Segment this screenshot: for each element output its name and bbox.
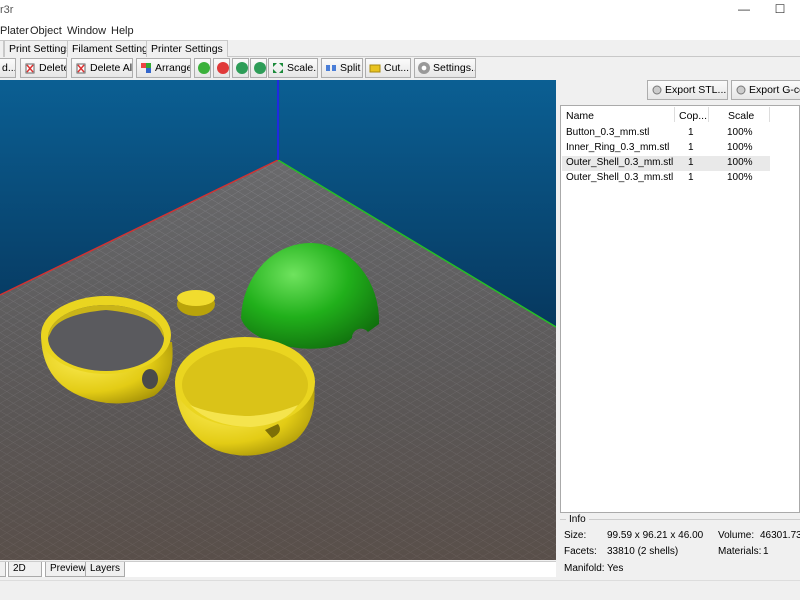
- materials-label: Materials:: [718, 546, 762, 557]
- cut-button[interactable]: Cut...: [365, 58, 411, 78]
- object-scale: 100%: [727, 127, 753, 138]
- object-scale: 100%: [727, 172, 753, 183]
- object-name: Button_0.3_mm.stl: [566, 127, 650, 138]
- title-bar: r3r — ☐: [0, 0, 800, 22]
- object-list[interactable]: Name Cop... Scale Button_0.3_mm.stl 1 10…: [560, 105, 800, 513]
- tab-preview[interactable]: Preview: [45, 562, 91, 577]
- arrange-button[interactable]: Arrange: [136, 58, 191, 78]
- add-button[interactable]: d...: [0, 58, 16, 78]
- add-button-label: d...: [2, 62, 16, 74]
- delete-button-label: Delete: [39, 62, 67, 74]
- export-stl-icon: [651, 84, 663, 96]
- object-copies: 1: [688, 127, 694, 138]
- tab-3d[interactable]: [0, 562, 6, 577]
- cut-button-label: Cut...: [384, 62, 410, 74]
- decrease-copies-button[interactable]: [213, 58, 230, 78]
- delete-button[interactable]: Delete: [20, 58, 67, 78]
- column-header-scale[interactable]: Scale: [728, 110, 754, 122]
- minimize-button[interactable]: —: [730, 2, 758, 20]
- object-name: Inner_Ring_0.3_mm.stl: [566, 142, 670, 153]
- split-button[interactable]: Split: [321, 58, 363, 78]
- facets-label: Facets:: [564, 546, 597, 557]
- settings-button-label: Settings...: [433, 62, 476, 74]
- size-label: Size:: [564, 530, 587, 541]
- tab-layers[interactable]: Layers: [85, 562, 126, 577]
- manifold-value: Yes: [607, 563, 624, 574]
- maximize-button[interactable]: ☐: [766, 2, 794, 20]
- object-scale: 100%: [727, 142, 753, 153]
- plater-toolbar: d... Delete Delete All Arrange Scale... …: [0, 57, 800, 79]
- plus-icon: [198, 62, 210, 74]
- tab-print-settings[interactable]: Print Settings: [4, 40, 77, 57]
- header-separator: [708, 107, 709, 122]
- increase-copies-button[interactable]: [194, 58, 211, 78]
- object-copies: 1: [688, 172, 694, 183]
- gear-icon: [418, 62, 430, 74]
- menu-bar: Plater Object Window Help: [0, 22, 800, 40]
- 3d-viewport[interactable]: [0, 80, 556, 560]
- manifold-label: Manifold:: [564, 563, 605, 574]
- object-name: Outer_Shell_0.3_mm.stl: [566, 172, 674, 183]
- rotate-left-button[interactable]: [232, 58, 249, 78]
- export-stl-label: Export STL...: [665, 84, 727, 96]
- delete-all-button[interactable]: Delete All: [71, 58, 133, 78]
- tab-2d[interactable]: 2D: [8, 562, 42, 577]
- status-bar: [0, 580, 800, 600]
- tab-printer-settings[interactable]: Printer Settings: [146, 40, 228, 57]
- export-stl-button[interactable]: Export STL...: [647, 80, 728, 100]
- export-gcode-icon: [735, 84, 747, 96]
- arrange-icon: [140, 62, 152, 74]
- object-scale: 100%: [727, 157, 753, 168]
- window-title: r3r: [0, 4, 14, 16]
- settings-button[interactable]: Settings...: [414, 58, 476, 78]
- materials-value: 1: [763, 546, 769, 557]
- scale-button-label: Scale...: [287, 62, 317, 74]
- column-header-copies[interactable]: Cop...: [679, 110, 707, 122]
- minus-icon: [217, 62, 229, 74]
- settings-tabs: Print Settings Filament Settings Printer…: [0, 40, 800, 57]
- column-header-name[interactable]: Name: [566, 110, 594, 122]
- menu-window[interactable]: Window: [67, 25, 106, 37]
- object-copies: 1: [688, 142, 694, 153]
- arrange-button-label: Arrange: [155, 62, 191, 74]
- right-panel: Export STL... Export G-code Name Cop... …: [557, 80, 800, 580]
- menu-help[interactable]: Help: [111, 25, 134, 37]
- object-row[interactable]: Outer_Shell_0.3_mm.stl 1 100%: [562, 171, 770, 186]
- object-row[interactable]: Button_0.3_mm.stl 1 100%: [562, 126, 770, 141]
- scale-button[interactable]: Scale...: [268, 58, 318, 78]
- 3d-scene: [0, 80, 556, 560]
- object-row-selected[interactable]: Outer_Shell_0.3_mm.stl 1 100%: [562, 156, 770, 171]
- size-value: 99.59 x 96.21 x 46.00: [607, 530, 704, 541]
- split-icon: [325, 62, 337, 74]
- menu-object[interactable]: Object: [30, 25, 62, 37]
- cut-icon: [369, 62, 381, 74]
- export-gcode-label: Export G-code: [749, 84, 800, 96]
- view-tabs: 2D Preview Layers: [0, 561, 556, 577]
- object-copies: 1: [688, 157, 694, 168]
- delete-all-button-label: Delete All: [90, 62, 133, 74]
- menu-plater[interactable]: Plater: [0, 25, 29, 37]
- outer-ring-hole-side: [142, 369, 158, 389]
- button-object[interactable]: [177, 290, 215, 316]
- scale-icon: [272, 62, 284, 74]
- object-name: Outer_Shell_0.3_mm.stl: [566, 157, 674, 168]
- volume-label: Volume:: [718, 530, 755, 541]
- rotate-left-icon: [236, 62, 248, 74]
- delete-icon: [24, 62, 36, 74]
- split-button-label: Split: [340, 62, 361, 74]
- header-separator: [674, 107, 675, 122]
- info-legend: Info: [566, 514, 589, 525]
- volume-value: 46301.73: [760, 530, 800, 541]
- rotate-right-icon: [254, 62, 266, 74]
- tab-filament-settings[interactable]: Filament Settings: [67, 40, 159, 57]
- rotate-right-button[interactable]: [250, 58, 267, 78]
- export-gcode-button[interactable]: Export G-code: [731, 80, 800, 100]
- button-top: [177, 290, 215, 306]
- object-row[interactable]: Inner_Ring_0.3_mm.stl 1 100%: [562, 141, 770, 156]
- delete-all-icon: [75, 62, 87, 74]
- info-panel: Info Size: 99.59 x 96.21 x 46.00 Volume:…: [560, 514, 800, 579]
- facets-value: 33810 (2 shells): [607, 546, 679, 557]
- header-separator: [769, 107, 770, 122]
